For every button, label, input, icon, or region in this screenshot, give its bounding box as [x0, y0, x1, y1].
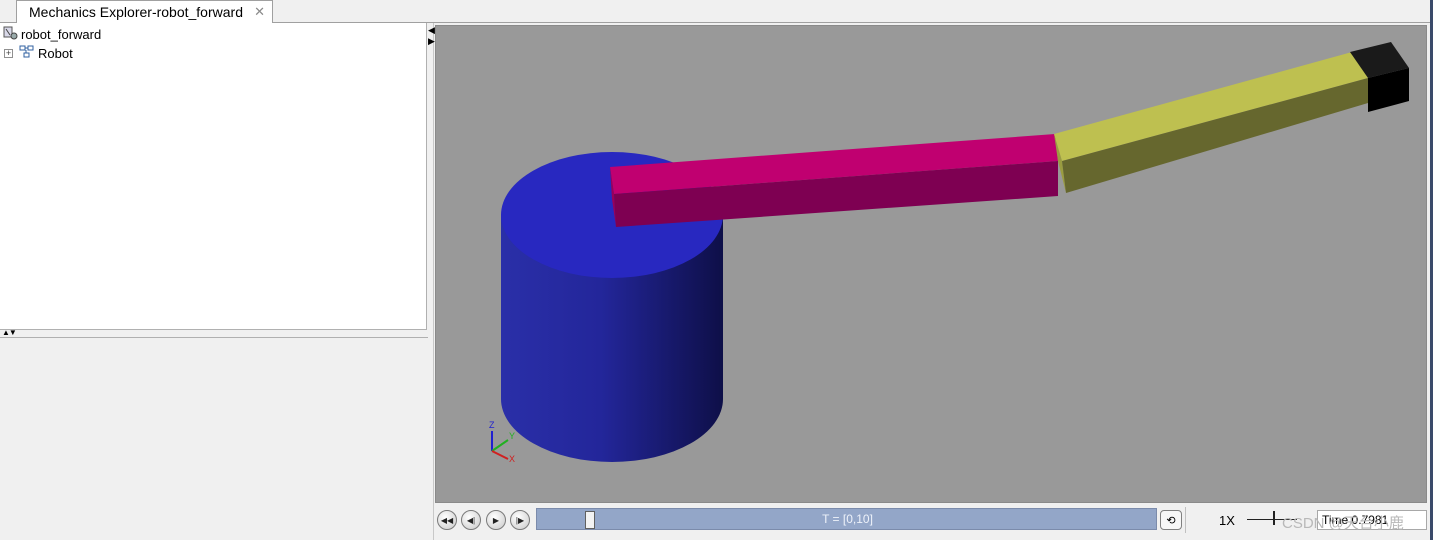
model-icon: [2, 26, 18, 43]
step-back-icon[interactable]: ◀|: [461, 510, 481, 530]
subsystem-icon: [19, 45, 35, 62]
tree-root-label: robot_forward: [21, 26, 102, 42]
play-icon[interactable]: ▶: [486, 510, 506, 530]
3d-viewport[interactable]: Z Y X: [435, 25, 1427, 503]
tab-bar: Mechanics Explorer-robot_forward ✕: [0, 0, 1433, 23]
rewind-start-icon[interactable]: ◀◀: [437, 510, 457, 530]
separator: [1185, 507, 1186, 533]
expand-icon[interactable]: +: [4, 48, 13, 58]
triad-x-label: X: [509, 454, 515, 464]
tab-mechanics-explorer[interactable]: Mechanics Explorer-robot_forward ✕: [16, 0, 273, 23]
close-icon[interactable]: ✕: [254, 4, 265, 20]
watermark: CSDN @天台小鹿: [1282, 515, 1404, 532]
tree-item-root[interactable]: robot_forward: [2, 25, 101, 43]
speed-slider-thumb[interactable]: [1273, 511, 1275, 525]
link-1: [610, 134, 1058, 227]
panel-splitter[interactable]: ▲▼: [0, 328, 428, 338]
model-tree: robot_forward + Robot: [0, 23, 427, 330]
axis-triad: Z Y X: [489, 420, 515, 464]
step-forward-icon[interactable]: |▶: [510, 510, 530, 530]
speed-label: 1X: [1219, 513, 1235, 528]
panel-divider[interactable]: [428, 23, 434, 540]
timeline-range-label: T = [0,10]: [822, 512, 873, 526]
left-panel: robot_forward + Robot ▲▼: [0, 23, 428, 540]
tab-title: Mechanics Explorer-robot_forward: [29, 4, 243, 20]
link-2: [1054, 52, 1368, 193]
playback-bar: ◀◀ ◀| ▶ |▶ T = [0,10] ⟲ 1X Time 0.7981: [435, 505, 1427, 535]
tree-robot-label: Robot: [38, 45, 73, 61]
splitter-arrows-icon[interactable]: ▲▼: [2, 328, 17, 337]
collapse-panel-icon[interactable]: ◀ ▶: [428, 25, 435, 47]
timeline-thumb[interactable]: [585, 511, 595, 529]
triad-y-label: Y: [509, 431, 515, 441]
tree-item-robot[interactable]: + Robot: [4, 44, 73, 62]
timeline-slider[interactable]: T = [0,10]: [536, 508, 1157, 530]
loop-icon[interactable]: ⟲: [1160, 510, 1182, 530]
triad-z-label: Z: [489, 420, 495, 430]
robot-scene: Z Y X: [489, 42, 1409, 464]
